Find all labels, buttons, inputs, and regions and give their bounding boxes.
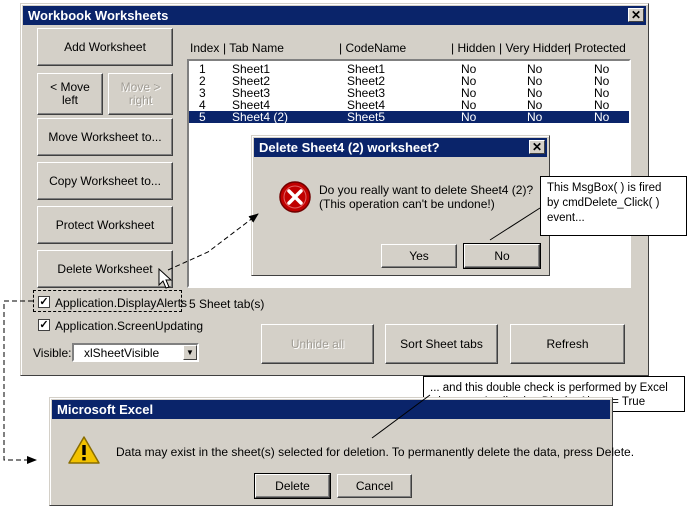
connector-callout-excel [371, 394, 431, 439]
annotation-connectors [3, 207, 541, 464]
connector-callout-msgbox [489, 207, 541, 241]
connector-displayalerts-to-excel [3, 300, 37, 464]
connector-delete-to-dialog [167, 213, 259, 271]
